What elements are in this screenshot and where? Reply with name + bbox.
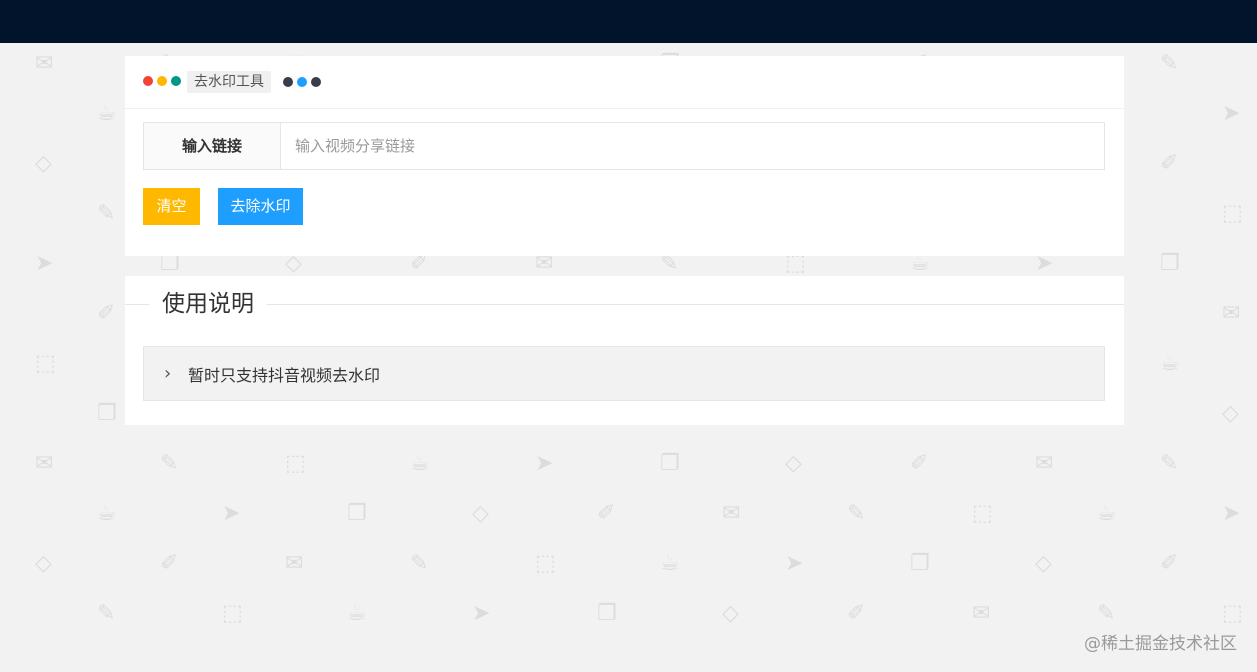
send-icon: ➤: [35, 251, 54, 276]
edit-icon: ✐: [1160, 151, 1179, 176]
link-input-group: 输入链接: [143, 122, 1105, 170]
instructions-card: 使用说明 › 暂时只支持抖音视频去水印: [125, 276, 1124, 425]
link-input-label: 输入链接: [144, 123, 281, 169]
copy-icon: ❐: [1160, 251, 1180, 276]
send-icon: ➤: [535, 451, 554, 476]
fieldset-border: [125, 304, 1124, 305]
divider: [125, 108, 1124, 109]
edit-icon: ✐: [97, 301, 116, 326]
copy-icon: ❐: [97, 401, 117, 426]
pencil-icon: ✎: [160, 451, 179, 476]
top-navigation-bar: [0, 0, 1257, 43]
pencil-icon: ✎: [1160, 51, 1179, 76]
copy-icon: ❐: [660, 451, 680, 476]
edit-icon: ✐: [847, 601, 866, 626]
coffee-icon: ☕: [660, 551, 680, 576]
tag-icon: ◇: [472, 501, 489, 526]
dot-green: [171, 76, 181, 86]
pencil-icon: ✎: [97, 201, 116, 226]
tag-icon: ◇: [1222, 401, 1239, 426]
dot-red: [143, 76, 153, 86]
mail-icon: ✉: [722, 501, 741, 526]
edit-icon: ✐: [1160, 551, 1179, 576]
tablet-icon: ⬚: [35, 351, 56, 376]
link-input[interactable]: [281, 123, 1104, 169]
mail-icon: ✉: [535, 251, 554, 276]
tablet-icon: ⬚: [285, 451, 306, 476]
edit-icon: ✐: [910, 451, 929, 476]
tablet-icon: ⬚: [1222, 201, 1243, 226]
edit-icon: ✐: [410, 251, 429, 276]
mail-icon: ✉: [35, 451, 54, 476]
tag-icon: ◇: [35, 151, 52, 176]
send-icon: ➤: [1035, 251, 1054, 276]
coffee-icon: ☕: [347, 601, 367, 626]
tablet-icon: ⬚: [222, 601, 243, 626]
coffee-icon: ☕: [1097, 501, 1117, 526]
dot-dark-2: [311, 77, 321, 87]
tablet-icon: ⬚: [972, 501, 993, 526]
copy-icon: ❐: [597, 601, 617, 626]
instructions-legend: 使用说明: [149, 289, 267, 319]
tablet-icon: ⬚: [535, 551, 556, 576]
send-icon: ➤: [472, 601, 491, 626]
send-icon: ➤: [1222, 101, 1241, 126]
collapse-item[interactable]: › 暂时只支持抖音视频去水印: [143, 346, 1105, 401]
send-icon: ➤: [785, 551, 804, 576]
tag-icon: ◇: [722, 601, 739, 626]
pencil-icon: ✎: [847, 501, 866, 526]
pencil-icon: ✎: [410, 551, 429, 576]
edit-icon: ✐: [597, 501, 616, 526]
send-icon: ➤: [222, 501, 241, 526]
coffee-icon: ☕: [97, 101, 117, 126]
dot-blue: [297, 77, 307, 87]
pencil-icon: ✎: [660, 251, 679, 276]
copy-icon: ❐: [160, 251, 180, 276]
mail-icon: ✉: [1222, 301, 1241, 326]
mail-icon: ✉: [285, 551, 304, 576]
coffee-icon: ☕: [97, 501, 117, 526]
mail-icon: ✉: [35, 51, 54, 76]
pencil-icon: ✎: [1097, 601, 1116, 626]
chevron-right-icon: ›: [164, 362, 172, 384]
window-dots-right: [283, 77, 325, 87]
tablet-icon: ⬚: [1222, 601, 1243, 626]
coffee-icon: ☕: [910, 251, 930, 276]
edit-icon: ✐: [160, 551, 179, 576]
window-dots-left: [143, 76, 185, 86]
mail-icon: ✉: [1035, 451, 1054, 476]
tag-icon: ◇: [35, 551, 52, 576]
dot-dark: [283, 77, 293, 87]
pencil-icon: ✎: [97, 601, 116, 626]
clear-button[interactable]: 清空: [143, 188, 200, 225]
tag-icon: ◇: [785, 451, 802, 476]
tool-card: 去水印工具 输入链接 清空 去除水印: [125, 56, 1124, 256]
tag-icon: ◇: [285, 251, 302, 276]
dot-yellow: [157, 76, 167, 86]
site-watermark: @稀土掘金技术社区: [1084, 634, 1237, 654]
coffee-icon: ☕: [410, 451, 430, 476]
tag-icon: ◇: [1035, 551, 1052, 576]
coffee-icon: ☕: [1160, 351, 1180, 376]
collapse-item-title: 暂时只支持抖音视频去水印: [188, 365, 381, 385]
mail-icon: ✉: [972, 601, 991, 626]
tool-title: 去水印工具: [187, 71, 271, 93]
send-icon: ➤: [1222, 501, 1241, 526]
remove-watermark-button[interactable]: 去除水印: [218, 188, 303, 225]
copy-icon: ❐: [910, 551, 930, 576]
tablet-icon: ⬚: [785, 251, 806, 276]
copy-icon: ❐: [347, 501, 367, 526]
pencil-icon: ✎: [1160, 451, 1179, 476]
